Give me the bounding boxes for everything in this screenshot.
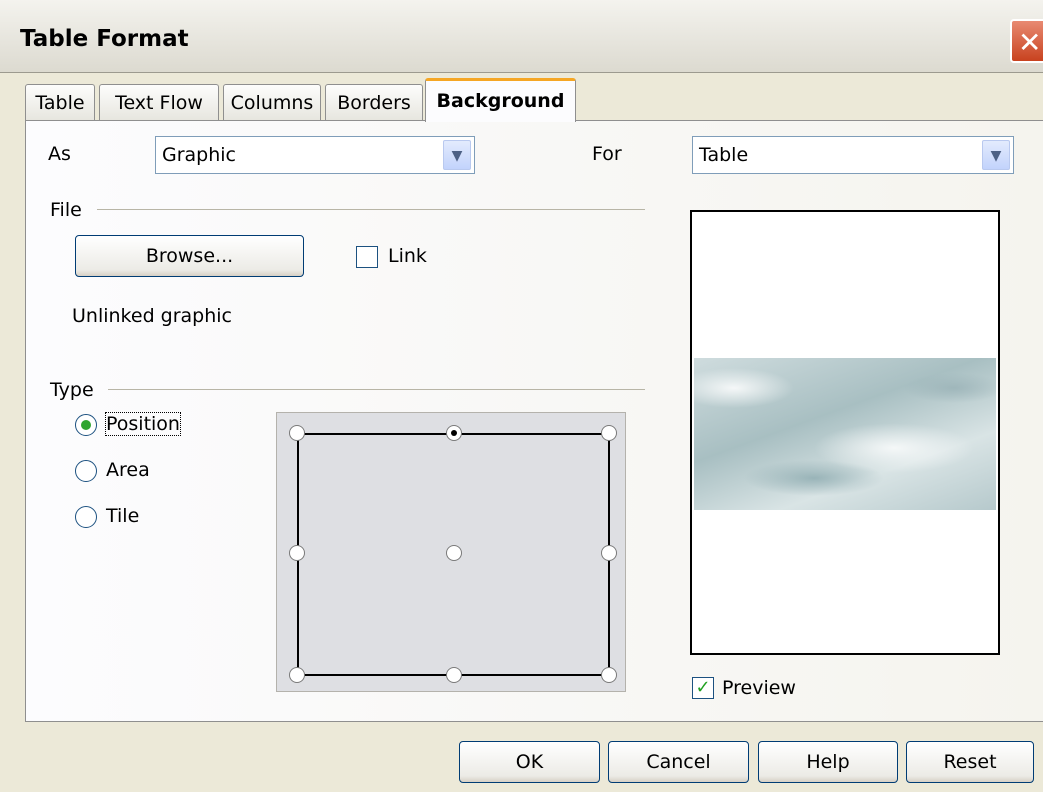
as-dropdown[interactable]: Graphic ▼ <box>155 136 475 174</box>
position-label[interactable]: Position <box>105 412 181 436</box>
for-value: Table <box>699 144 749 166</box>
radio-position[interactable] <box>75 414 97 436</box>
title-bar: Table Format ✕ <box>0 0 1043 73</box>
ok-button[interactable]: OK <box>459 741 600 783</box>
position-selector <box>276 412 626 692</box>
file-group-label: File <box>50 199 82 221</box>
unlinked-status: Unlinked graphic <box>72 305 233 327</box>
position-middle-left[interactable] <box>289 545 305 561</box>
radio-area[interactable] <box>75 460 97 482</box>
position-bottom-center[interactable] <box>446 667 462 683</box>
position-center[interactable] <box>446 545 462 561</box>
dialog-title: Table Format <box>20 26 189 52</box>
for-dropdown[interactable]: Table ▼ <box>692 136 1014 174</box>
preview-checkbox[interactable]: ✓ <box>692 677 714 699</box>
for-label: For <box>592 143 622 165</box>
tab-table[interactable]: Table <box>25 84 95 120</box>
tab-columns[interactable]: Columns <box>223 84 321 120</box>
tab-text-flow[interactable]: Text Flow <box>99 84 219 120</box>
cancel-button[interactable]: Cancel <box>608 741 749 783</box>
position-middle-right[interactable] <box>601 545 617 561</box>
link-checkbox[interactable] <box>356 246 378 268</box>
type-group-label: Type <box>50 379 94 401</box>
as-value: Graphic <box>162 144 237 166</box>
position-top-center[interactable] <box>446 425 462 441</box>
tab-background[interactable]: Background <box>425 78 576 122</box>
preview-area <box>690 210 1000 655</box>
tile-label[interactable]: Tile <box>106 505 139 527</box>
position-top-left[interactable] <box>289 425 305 441</box>
browse-button[interactable]: Browse... <box>75 235 304 277</box>
reset-button[interactable]: Reset <box>906 741 1034 783</box>
type-group-line <box>108 389 645 390</box>
close-icon[interactable]: ✕ <box>1010 19 1043 63</box>
file-group-line <box>97 209 645 210</box>
position-bottom-left[interactable] <box>289 667 305 683</box>
position-bottom-right[interactable] <box>601 667 617 683</box>
radio-tile[interactable] <box>75 506 97 528</box>
preview-graphic <box>694 358 996 510</box>
as-label: As <box>48 143 71 165</box>
position-top-right[interactable] <box>601 425 617 441</box>
tab-borders[interactable]: Borders <box>325 84 423 120</box>
preview-label[interactable]: Preview <box>722 677 796 699</box>
help-button[interactable]: Help <box>758 741 898 783</box>
area-label[interactable]: Area <box>106 459 150 481</box>
chevron-down-icon[interactable]: ▼ <box>443 140 471 170</box>
radio-selected-dot <box>81 420 91 430</box>
chevron-down-icon[interactable]: ▼ <box>982 140 1010 170</box>
link-label[interactable]: Link <box>388 245 427 267</box>
